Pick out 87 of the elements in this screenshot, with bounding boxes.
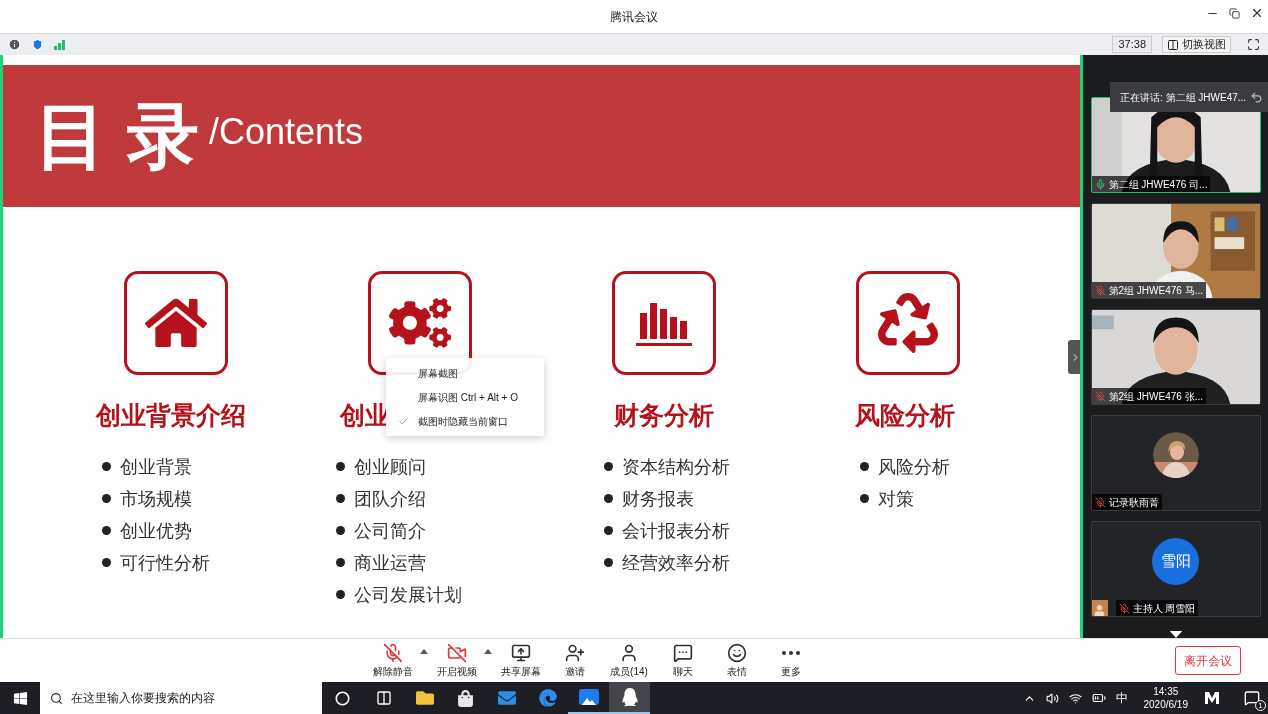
bullet-item: 风险分析 xyxy=(878,455,950,479)
windows-start-icon[interactable] xyxy=(12,690,28,706)
mic-icon xyxy=(1094,178,1106,190)
mic-muted-icon xyxy=(1094,284,1106,296)
participant-name: 第2组 JHWE476 张... xyxy=(1091,388,1206,404)
caret-up-icon[interactable] xyxy=(484,648,492,654)
cortana-icon xyxy=(335,690,350,706)
toolbar-button[interactable]: 成员(14) xyxy=(602,642,656,679)
members-icon xyxy=(619,642,639,663)
person-icon xyxy=(1091,600,1108,616)
toolbar-button[interactable]: 邀请 xyxy=(548,642,602,679)
section-heading: 风险分析 xyxy=(855,401,955,429)
section-heading: 创业背景介绍 xyxy=(96,401,246,429)
share-screen-icon xyxy=(511,642,531,663)
toolbar-button[interactable]: 解除静音 xyxy=(366,642,420,679)
invite-icon xyxy=(565,642,585,663)
shield-icon[interactable] xyxy=(31,38,44,51)
bullet-item: 财务报表 xyxy=(622,487,694,511)
folder-icon xyxy=(415,689,434,707)
mic-muted-icon xyxy=(383,642,403,663)
toolbar-button[interactable]: 开启视频 xyxy=(430,642,484,679)
bullet-item: 创业顾问 xyxy=(354,455,426,479)
bullet-item: 经营效率分析 xyxy=(622,551,730,575)
penguin-icon xyxy=(620,688,639,706)
participant-tile[interactable]: 记录耿雨菁 xyxy=(1090,415,1261,511)
taskbar-app[interactable] xyxy=(609,682,650,714)
bullet-item: 创业优势 xyxy=(120,519,192,543)
mic-muted-icon xyxy=(1118,602,1130,614)
restore-icon[interactable] xyxy=(1229,7,1240,19)
bullet-item: 市场规模 xyxy=(120,487,192,511)
toolbar-button[interactable]: 聊天 xyxy=(656,642,710,679)
bullet-item: 资本结构分析 xyxy=(622,455,730,479)
bullet-item: 商业运营 xyxy=(354,551,426,575)
toolbar-button[interactable]: 表情 xyxy=(710,642,764,679)
participant-name: 第2组 JHWE476 马... xyxy=(1091,282,1206,298)
meeting-timer: 37:38 xyxy=(1112,36,1152,53)
switch-view-button[interactable]: 切换视图 xyxy=(1162,36,1231,53)
bullet-item: 团队介绍 xyxy=(354,487,426,511)
bullet-item: 对策 xyxy=(878,487,914,511)
edge-icon xyxy=(538,689,557,707)
participant-name: 第二组 JHWE476 司... xyxy=(1091,176,1211,192)
participant-tile[interactable]: 第2组 JHWE476 张... xyxy=(1090,309,1261,405)
slide-title: 目 录 xyxy=(35,100,199,172)
participant-tile[interactable]: 雪阳 主持人 周雪阳 xyxy=(1090,521,1261,617)
leave-meeting-button[interactable]: 离开会议 xyxy=(1175,646,1241,675)
recycle-icon xyxy=(878,293,938,353)
caret-up-icon[interactable] xyxy=(420,648,428,654)
section-heading: 财务分析 xyxy=(614,401,714,429)
initials-avatar: 雪阳 xyxy=(1152,537,1199,585)
search-icon xyxy=(50,691,63,705)
bullet-item: 公司简介 xyxy=(354,519,426,543)
more-icon xyxy=(782,650,800,655)
mic-muted-icon xyxy=(1094,390,1106,402)
mic-muted-icon xyxy=(1094,496,1106,508)
speaker-icon[interactable] xyxy=(1045,691,1059,705)
menu-item[interactable]: 屏幕截图 xyxy=(386,364,544,382)
notifications-icon[interactable] xyxy=(1244,690,1260,706)
notification-count: 1 xyxy=(1255,700,1266,711)
check-icon xyxy=(398,415,409,427)
info-icon[interactable] xyxy=(8,38,21,51)
input-method-indicator[interactable]: 中 xyxy=(1115,689,1128,707)
participant-name: 记录耿雨菁 xyxy=(1091,494,1162,510)
battery-icon[interactable] xyxy=(1091,691,1106,705)
window-title: 腾讯会议 xyxy=(610,8,658,26)
view-icon xyxy=(1167,38,1179,51)
chat-icon xyxy=(673,642,693,663)
participant-tile[interactable]: 第2组 JHWE476 马... xyxy=(1090,203,1261,299)
fullscreen-icon[interactable] xyxy=(1247,38,1260,51)
close-icon[interactable] xyxy=(1250,6,1264,20)
camera-off-icon xyxy=(447,642,467,663)
bullet-item: 可行性分析 xyxy=(120,551,210,575)
clock[interactable]: 14:35 2020/6/19 xyxy=(1137,685,1194,711)
bullet-item: 会计报表分析 xyxy=(622,519,730,543)
bullet-item: 创业背景 xyxy=(120,455,192,479)
meeting-app-icon xyxy=(578,689,599,705)
smiley-icon xyxy=(727,642,747,663)
search-field[interactable]: 在这里输入你要搜索的内容 xyxy=(40,682,322,714)
wifi-icon[interactable] xyxy=(1068,691,1082,705)
reply-icon[interactable] xyxy=(1250,90,1264,104)
store-icon xyxy=(457,689,474,707)
bullet-item: 公司发展计划 xyxy=(354,583,462,607)
toolbar-button[interactable]: 更多 xyxy=(764,642,818,679)
task-view-icon xyxy=(375,690,392,706)
participant-name: 主持人 周雪阳 xyxy=(1115,600,1199,616)
mail-icon xyxy=(497,689,516,707)
slide-subtitle: /Contents xyxy=(209,110,364,154)
toolbar-button[interactable]: 共享屏幕 xyxy=(494,642,548,679)
